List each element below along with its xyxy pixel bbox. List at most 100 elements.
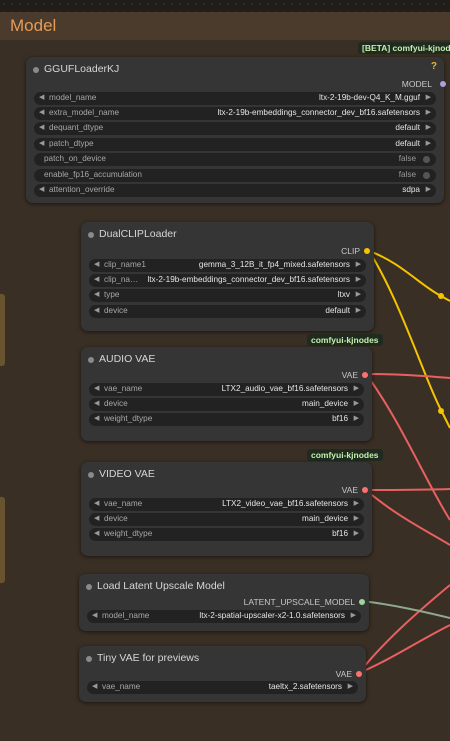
widget-vae-name[interactable]: ◀ vae_name taeltx_2.safetensors ▶ [87, 681, 358, 694]
arrow-right-icon[interactable]: ▶ [351, 611, 356, 619]
clip-output-port[interactable] [364, 248, 370, 254]
collapse-dot-icon[interactable] [33, 67, 39, 73]
widget-model-name[interactable]: ◀ model_name ltx-2-19b-dev-Q4_K_M.gguf ▶ [34, 92, 436, 105]
arrow-right-icon[interactable]: ▶ [426, 139, 431, 147]
widget-label: patch_on_device [44, 154, 106, 163]
collapse-dot-icon[interactable] [88, 472, 94, 478]
node-load-latent-upscale-model[interactable]: Load Latent Upscale Model LATENT_UPSCALE… [79, 574, 369, 631]
arrow-left-icon[interactable]: ◀ [94, 529, 99, 537]
node-graph-canvas[interactable]: Model [BETA] comfyui-kjnodes GGUFLoaderK… [0, 0, 450, 741]
vae-wire [358, 584, 450, 674]
widget-device[interactable]: ◀ device main_device ▶ [89, 398, 364, 411]
output-label: CLIP [341, 246, 360, 256]
widget-extra-model-name[interactable]: ◀ extra_model_name ltx-2-19b-embeddings_… [34, 107, 436, 120]
node-video-vae[interactable]: VIDEO VAE VAE ◀ vae_name LTX2_video_vae_… [81, 462, 372, 556]
arrow-right-icon[interactable]: ▶ [426, 93, 431, 101]
arrow-left-icon[interactable]: ◀ [94, 399, 99, 407]
node-dual-clip-loader[interactable]: DualCLIPLoader CLIP ◀ clip_name1 gemma_3… [81, 222, 374, 331]
arrow-left-icon[interactable]: ◀ [94, 499, 99, 507]
widget-type[interactable]: ◀ type ltxv ▶ [89, 289, 366, 302]
arrow-left-icon[interactable]: ◀ [39, 185, 44, 193]
widget-clip-name1[interactable]: ◀ clip_name1 gemma_3_12B_it_fp4_mixed.sa… [89, 259, 366, 272]
arrow-right-icon[interactable]: ▶ [426, 185, 431, 193]
widget-vae-name[interactable]: ◀ vae_name LTX2_audio_vae_bf16.safetenso… [89, 383, 364, 396]
model-output-port[interactable] [440, 81, 446, 87]
arrow-right-icon[interactable]: ▶ [354, 399, 359, 407]
widget-value: ltx-2-19b-embeddings_connector_dev_bf16.… [147, 275, 350, 284]
arrow-left-icon[interactable]: ◀ [39, 123, 44, 131]
toggle-off-icon[interactable] [423, 172, 430, 179]
widget-value: bf16 [332, 414, 348, 423]
widget-attention-override[interactable]: ◀ attention_override sdpa ▶ [34, 184, 436, 197]
arrow-left-icon[interactable]: ◀ [39, 93, 44, 101]
node-pack-badge: comfyui-kjnodes [307, 334, 383, 346]
collapse-dot-icon[interactable] [86, 656, 92, 662]
arrow-right-icon[interactable]: ▶ [356, 275, 361, 283]
widget-patch-dtype[interactable]: ◀ patch_dtype default ▶ [34, 138, 436, 151]
arrow-right-icon[interactable]: ▶ [356, 306, 361, 314]
arrow-left-icon[interactable]: ◀ [94, 384, 99, 392]
widget-vae-name[interactable]: ◀ vae_name LTX2_video_vae_bf16.safetenso… [89, 498, 364, 511]
node-tiny-vae-previews[interactable]: Tiny VAE for previews VAE ◀ vae_name tae… [79, 646, 366, 702]
collapse-dot-icon[interactable] [88, 232, 94, 238]
arrow-right-icon[interactable]: ▶ [354, 384, 359, 392]
widget-device[interactable]: ◀ device main_device ▶ [89, 513, 364, 526]
widget-value: gemma_3_12B_it_fp4_mixed.safetensors [198, 260, 350, 269]
arrow-right-icon[interactable]: ▶ [426, 123, 431, 131]
widget-value: sdpa [402, 185, 420, 194]
widget-device[interactable]: ◀ device default ▶ [89, 305, 366, 318]
arrow-right-icon[interactable]: ▶ [354, 529, 359, 537]
vae-wire [365, 373, 450, 521]
widget-model-name[interactable]: ◀ model_name ltx-2-spatial-upscaler-x2-1… [87, 610, 361, 623]
widget-patch-on-device[interactable]: patch_on_device false [34, 153, 436, 166]
widget-value: ltxv [337, 290, 350, 299]
arrow-left-icon[interactable]: ◀ [92, 682, 97, 690]
arrow-left-icon[interactable]: ◀ [39, 108, 44, 116]
widget-label: dequant_dtype [49, 123, 104, 132]
arrow-left-icon[interactable]: ◀ [94, 260, 99, 268]
arrow-right-icon[interactable]: ▶ [354, 514, 359, 522]
widget-clip-name2[interactable]: ◀ clip_na… ltx-2-19b-embeddings_connecto… [89, 274, 366, 287]
widget-label: clip_name1 [104, 260, 146, 269]
widget-label: type [104, 290, 120, 299]
widget-label: weight_dtype [104, 414, 153, 423]
widget-value: main_device [302, 399, 348, 408]
node-audio-vae[interactable]: AUDIO VAE VAE ◀ vae_name LTX2_audio_vae_… [81, 347, 372, 441]
widget-value: ltx-2-19b-embeddings_connector_dev_bf16.… [217, 108, 420, 117]
widget-weight-dtype[interactable]: ◀ weight_dtype bf16 ▶ [89, 413, 364, 426]
widget-label: vae_name [104, 499, 143, 508]
arrow-right-icon[interactable]: ▶ [356, 290, 361, 298]
node-pack-badge: [BETA] comfyui-kjnodes [358, 42, 450, 54]
latent-upscale-output-port[interactable] [359, 599, 365, 605]
wire-reroute-dot [438, 408, 444, 414]
widget-weight-dtype[interactable]: ◀ weight_dtype bf16 ▶ [89, 528, 364, 541]
help-icon[interactable]: ? [431, 61, 437, 72]
vae-output-port[interactable] [362, 487, 368, 493]
node-gguf-loader[interactable]: GGUFLoaderKJ ? MODEL ◀ model_name ltx-2-… [26, 57, 446, 203]
vae-output-port[interactable] [362, 372, 368, 378]
arrow-left-icon[interactable]: ◀ [94, 306, 99, 314]
arrow-right-icon[interactable]: ▶ [426, 108, 431, 116]
toggle-off-icon[interactable] [423, 156, 430, 163]
arrow-left-icon[interactable]: ◀ [92, 611, 97, 619]
output-label: VAE [335, 669, 352, 679]
widget-enable-fp16-accumulation[interactable]: enable_fp16_accumulation false [34, 169, 436, 182]
collapse-dot-icon[interactable] [88, 357, 94, 363]
widget-label: clip_na… [104, 275, 139, 284]
output-label: VAE [341, 370, 358, 380]
arrow-left-icon[interactable]: ◀ [94, 275, 99, 283]
vae-output-port[interactable] [356, 671, 362, 677]
widget-label: weight_dtype [104, 529, 153, 538]
arrow-left-icon[interactable]: ◀ [94, 290, 99, 298]
node-title: VIDEO VAE [99, 468, 155, 480]
arrow-left-icon[interactable]: ◀ [94, 414, 99, 422]
collapse-dot-icon[interactable] [86, 584, 92, 590]
arrow-right-icon[interactable]: ▶ [354, 414, 359, 422]
widget-dequant-dtype[interactable]: ◀ dequant_dtype default ▶ [34, 122, 436, 135]
arrow-right-icon[interactable]: ▶ [348, 682, 353, 690]
arrow-left-icon[interactable]: ◀ [94, 514, 99, 522]
arrow-right-icon[interactable]: ▶ [354, 499, 359, 507]
arrow-right-icon[interactable]: ▶ [356, 260, 361, 268]
arrow-left-icon[interactable]: ◀ [39, 139, 44, 147]
widget-value: default [395, 139, 420, 148]
